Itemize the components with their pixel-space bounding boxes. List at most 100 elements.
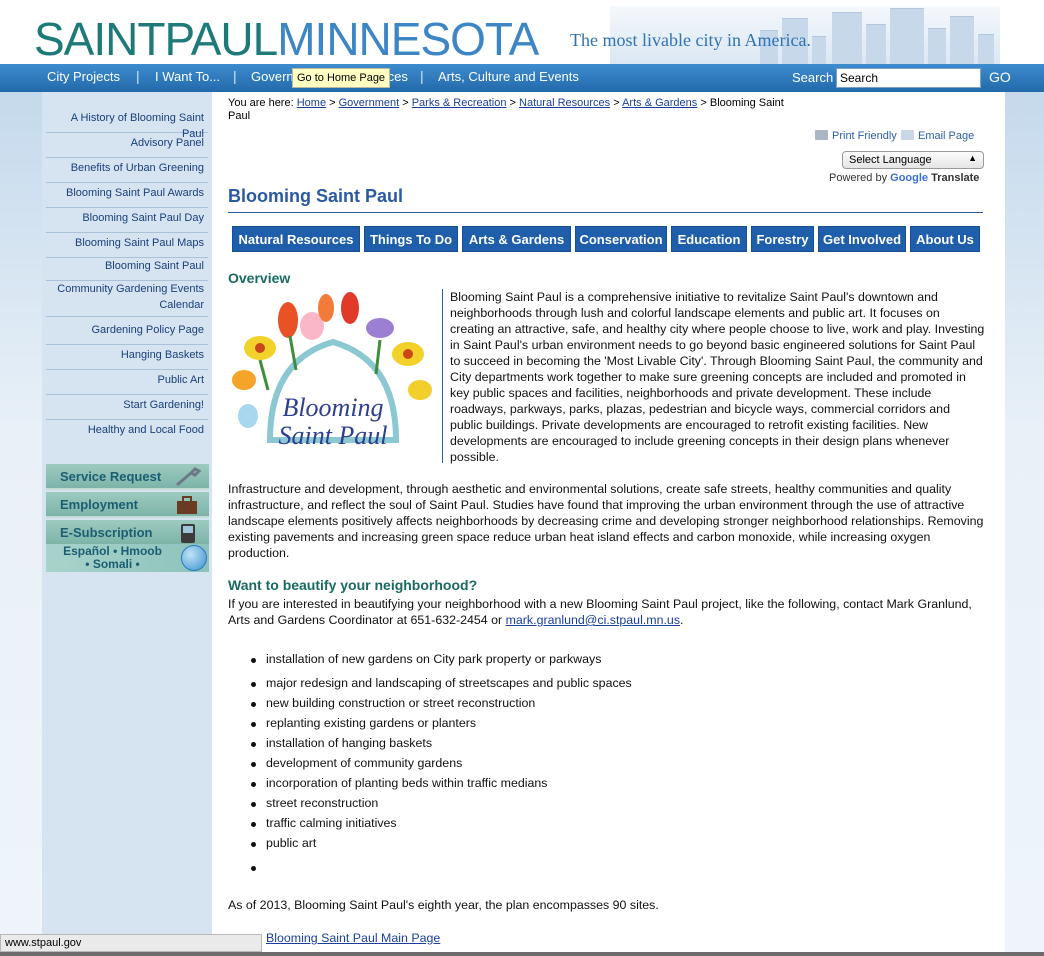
search-go-button[interactable]: GO [989, 69, 1011, 85]
sidebar-item-start-gardening[interactable]: Start Gardening! [46, 397, 208, 420]
overview-heading: Overview [228, 270, 291, 286]
search-input[interactable] [836, 68, 981, 88]
language-button[interactable]: Español • Hmoob • Somali • [46, 544, 209, 572]
beautify-heading: Want to beautify your neighborhood? [228, 577, 478, 593]
nav-separator: | [420, 68, 424, 84]
main-nav: City Projects | I Want To... | Governmen… [0, 64, 1044, 92]
envelope-icon [901, 130, 914, 140]
list-item: installation of hanging baskets [248, 736, 432, 750]
site-logo-home-link[interactable]: SAINTPAULMINNESOTA [34, 13, 539, 65]
print-friendly-link[interactable]: Print Friendly [815, 130, 897, 142]
closing-paragraph: As of 2013, Blooming Saint Paul's eighth… [228, 898, 659, 912]
printer-icon [815, 130, 828, 140]
brand-saintpaul: SAINTPAUL [34, 13, 278, 65]
sidebar-item-healthy-food[interactable]: Healthy and Local Food [46, 422, 208, 445]
logo-line-1: Blooming [282, 393, 383, 422]
wrench-icon [176, 467, 201, 487]
page: SAINTPAULMINNESOTA The most livable city… [0, 0, 1044, 956]
nav-city-projects[interactable]: City Projects [47, 69, 120, 84]
beautify-period: . [680, 613, 684, 627]
breadcrumb-separator: > [329, 97, 336, 109]
sidebar-item-benefits[interactable]: Benefits of Urban Greening [46, 160, 208, 183]
language-select-value: Select Language [849, 154, 932, 166]
window-bottom-edge [0, 952, 1044, 956]
list-item: replanting existing gardens or planters [248, 716, 476, 730]
tab-about-us[interactable]: About Us [910, 226, 980, 252]
breadcrumb-separator: > [613, 97, 620, 109]
site-header: SAINTPAULMINNESOTA The most livable city… [0, 0, 1044, 64]
language-select[interactable]: Select Language ▲ [842, 151, 984, 169]
powered-by-label: Powered by [829, 172, 888, 184]
powered-by-translate: Powered by Google Translate [829, 172, 979, 184]
employment-button[interactable]: Employment [46, 492, 209, 518]
main-page-link[interactable]: Blooming Saint Paul Main Page [266, 931, 440, 945]
blooming-saint-paul-logo: Blooming Saint Paul [232, 292, 432, 450]
sidebar-item-hanging-baskets[interactable]: Hanging Baskets [46, 347, 208, 370]
list-item: major redesign and landscaping of street… [248, 676, 632, 690]
sidebar-item-awards[interactable]: Blooming Saint Paul Awards [46, 185, 208, 208]
intro-divider [442, 289, 443, 463]
breadcrumb-separator: > [402, 97, 409, 109]
breadcrumb-prefix: You are here: [228, 97, 294, 109]
tab-education[interactable]: Education [671, 226, 747, 252]
list-item: installation of new gardens on City park… [248, 652, 601, 666]
google-logo: Google [890, 172, 929, 184]
email-contact-link[interactable]: mark.granlund@ci.stpaul.mn.us [506, 613, 680, 627]
nav-i-want-to[interactable]: I Want To... [155, 69, 220, 84]
tab-conservation[interactable]: Conservation [575, 226, 667, 252]
briefcase-icon [177, 496, 197, 514]
phone-icon [181, 524, 195, 543]
breadcrumb-home[interactable]: Home [297, 97, 326, 109]
list-item: new building construction or street reco… [248, 696, 535, 710]
right-gutter [1005, 92, 1044, 956]
title-divider [228, 212, 983, 213]
tab-arts-gardens[interactable]: Arts & Gardens [462, 226, 571, 252]
beautify-paragraph: If you are interested in beautifying you… [228, 596, 985, 628]
sidebar-item-day[interactable]: Blooming Saint Paul Day [46, 210, 208, 233]
list-item: street reconstruction [248, 796, 378, 810]
sidebar-item-advisory-panel[interactable]: Advisory Panel [46, 135, 208, 158]
employment-label: Employment [60, 497, 139, 512]
sidebar-item-maps[interactable]: Blooming Saint Paul Maps [46, 235, 208, 258]
home-tooltip: Go to Home Page [292, 68, 390, 88]
sidebar-item-policy[interactable]: Gardening Policy Page [46, 322, 208, 345]
tab-forestry[interactable]: Forestry [751, 226, 814, 252]
updown-arrow-icon: ▲ [968, 153, 977, 163]
email-page-link[interactable]: Email Page [901, 130, 974, 142]
tab-get-involved[interactable]: Get Involved [818, 226, 906, 252]
page-title: Blooming Saint Paul [228, 186, 404, 206]
tab-things-to-do[interactable]: Things To Do [364, 226, 458, 252]
list-item: development of community gardens [248, 756, 462, 770]
sidebar-item-public-art[interactable]: Public Art [46, 372, 208, 395]
translate-label[interactable]: Translate [931, 172, 979, 184]
intro-paragraph: Blooming Saint Paul is a comprehensive i… [450, 290, 985, 464]
language-line-2: • Somali • [85, 557, 140, 571]
breadcrumb-natural-resources[interactable]: Natural Resources [519, 97, 610, 109]
browser-status-bar: www.stpaul.gov [0, 934, 262, 952]
brand-minnesota: MINNESOTA [277, 13, 539, 65]
site-tagline: The most livable city in America. [570, 30, 811, 50]
service-request-button[interactable]: Service Request [46, 464, 209, 490]
list-item: public art [248, 836, 316, 850]
e-subscription-button[interactable]: E-Subscription [46, 520, 209, 546]
list-item: traffic calming initiatives [248, 816, 397, 830]
left-gutter [0, 92, 42, 956]
breadcrumb-parks[interactable]: Parks & Recreation [412, 97, 507, 109]
search-label: Search [792, 70, 834, 85]
sidebar-item-events-calendar[interactable]: Community Gardening Events Calendar [46, 281, 208, 317]
sidebar-item-blooming-saint-paul[interactable]: Blooming Saint Paul [46, 258, 208, 281]
print-label: Print Friendly [832, 130, 897, 142]
infrastructure-paragraph: Infrastructure and development, through … [228, 482, 984, 560]
nav-separator: | [136, 68, 140, 84]
breadcrumb-arts-gardens[interactable]: Arts & Gardens [622, 97, 697, 109]
tab-natural-resources[interactable]: Natural Resources [232, 226, 360, 252]
e-subscription-label: E-Subscription [60, 525, 153, 540]
list-item: incorporation of planting beds within tr… [248, 776, 547, 790]
breadcrumb-government[interactable]: Government [339, 97, 400, 109]
sidebar-item-history[interactable]: A History of Blooming Saint Paul [46, 110, 208, 140]
list-item-empty [248, 860, 266, 874]
logo-line-2: Saint Paul [278, 421, 387, 450]
globe-icon [181, 545, 207, 571]
breadcrumb-separator: > [700, 97, 707, 109]
nav-arts-culture-events[interactable]: Arts, Culture and Events [438, 69, 579, 84]
